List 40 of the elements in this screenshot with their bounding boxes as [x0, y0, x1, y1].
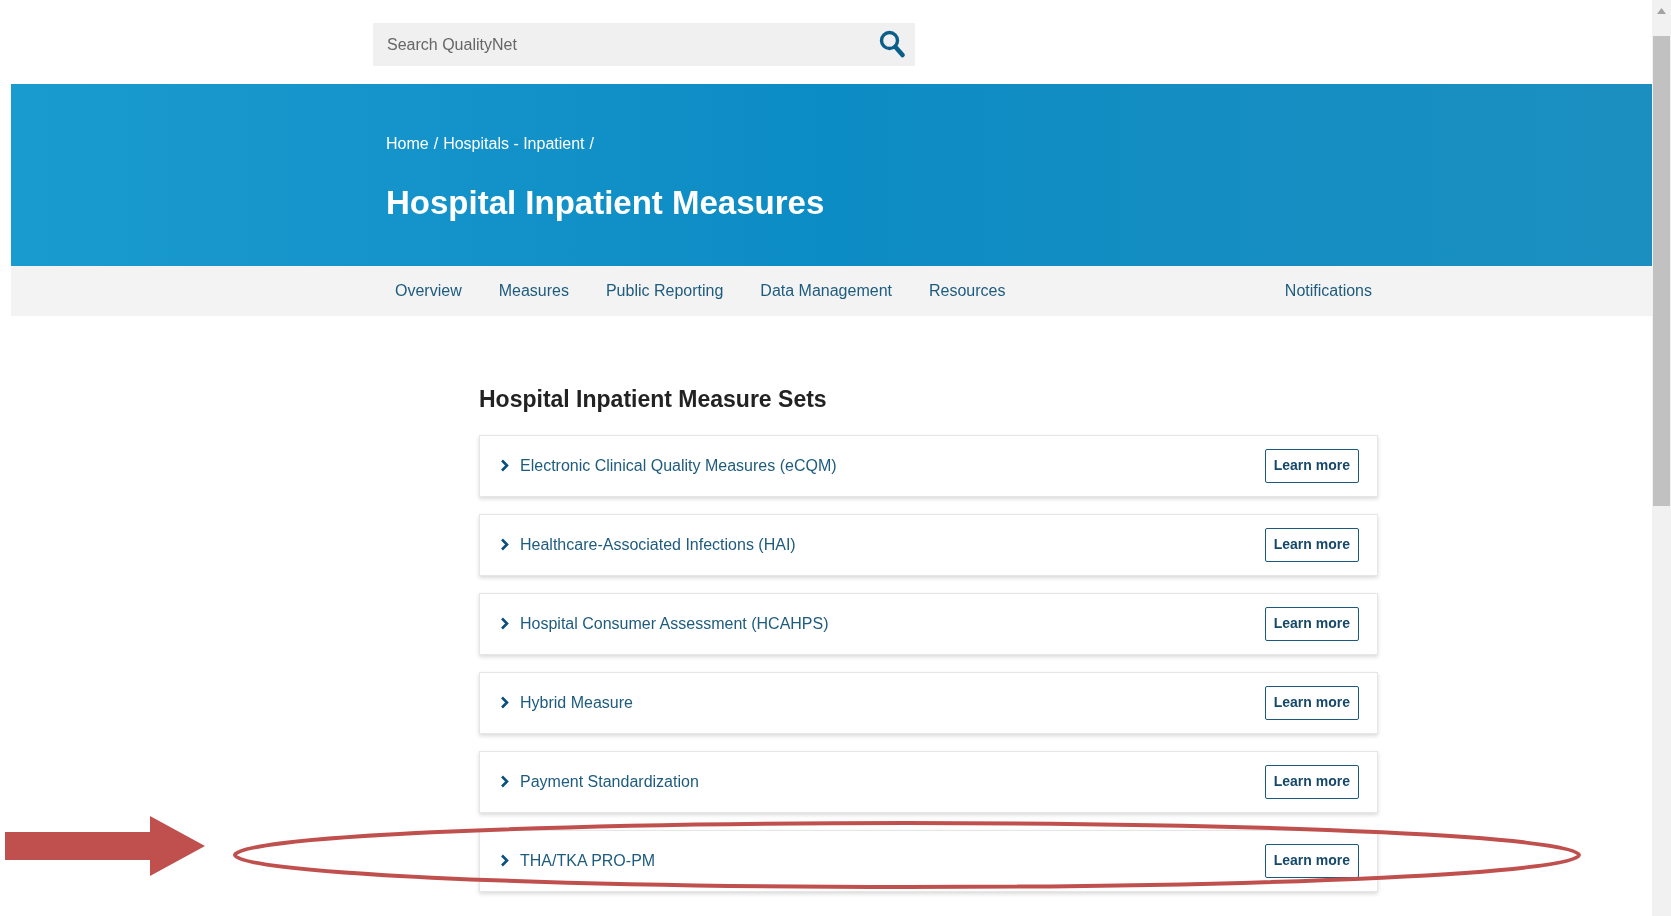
measure-set-label[interactable]: THA/TKA PRO-PM	[520, 848, 656, 873]
chevron-icon	[500, 538, 509, 551]
breadcrumb-link[interactable]: Hospitals - Inpatient	[443, 132, 585, 156]
breadcrumb-separator: /	[589, 134, 594, 154]
chevron-icon	[500, 775, 509, 788]
learn-more-button[interactable]: Learn more	[1264, 764, 1359, 799]
learn-more-button[interactable]: Learn more	[1264, 685, 1359, 720]
nav-link[interactable]: Notifications	[1284, 279, 1372, 303]
learn-more-button[interactable]: Learn more	[1264, 843, 1359, 878]
section-title: Hospital Inpatient Measure Sets	[479, 385, 828, 414]
search-field[interactable]: Search QualityNet	[373, 23, 915, 66]
scroll-up-icon[interactable]	[1657, 8, 1666, 14]
search-icon[interactable]	[879, 30, 905, 58]
measure-set-label[interactable]: Payment Standardization	[520, 769, 699, 794]
measure-set-label[interactable]: Electronic Clinical Quality Measures (eCQM)	[520, 453, 837, 478]
learn-more-button[interactable]: Learn more	[1264, 448, 1359, 483]
chevron-icon	[500, 696, 509, 709]
nav-link[interactable]: Overview	[395, 279, 462, 303]
measure-set-label[interactable]: Hospital Consumer Assessment (HCAHPS)	[520, 611, 829, 636]
measure-set-card[interactable]: THA/TKA PRO-PM Learn more	[479, 829, 1378, 892]
nav-link[interactable]: Data Management	[760, 279, 892, 303]
learn-more-button[interactable]: Learn more	[1264, 527, 1359, 562]
measure-set-card[interactable]: Hospital Consumer Assessment (HCAHPS) Learn more	[479, 592, 1378, 655]
arrow-icon	[5, 815, 205, 876]
nav-link[interactable]: Measures	[498, 279, 569, 303]
scrollbar-thumb[interactable]	[1653, 36, 1670, 506]
learn-more-button[interactable]: Learn more	[1264, 606, 1359, 641]
chevron-icon	[500, 854, 509, 867]
page-title: Hospital Inpatient Measures	[386, 183, 826, 223]
chevron-icon	[500, 459, 509, 472]
chevron-icon	[500, 617, 509, 630]
measure-set-card[interactable]: Healthcare-Associated Infections (HAI) Learn more	[479, 513, 1378, 576]
measure-set-card[interactable]: Electronic Clinical Quality Measures (eCQM) Learn more	[479, 434, 1378, 497]
breadcrumb-separator: /	[433, 134, 439, 154]
measure-set-card[interactable]: Hybrid Measure Learn more	[479, 671, 1378, 734]
measure-set-card[interactable]: Payment Standardization Learn more	[479, 750, 1378, 813]
nav-link[interactable]: Public Reporting	[605, 279, 724, 303]
measure-set-label[interactable]: Healthcare-Associated Infections (HAI)	[520, 532, 796, 557]
measure-set-label[interactable]: Hybrid Measure	[520, 690, 633, 715]
nav-link[interactable]: Resources	[929, 279, 1006, 303]
